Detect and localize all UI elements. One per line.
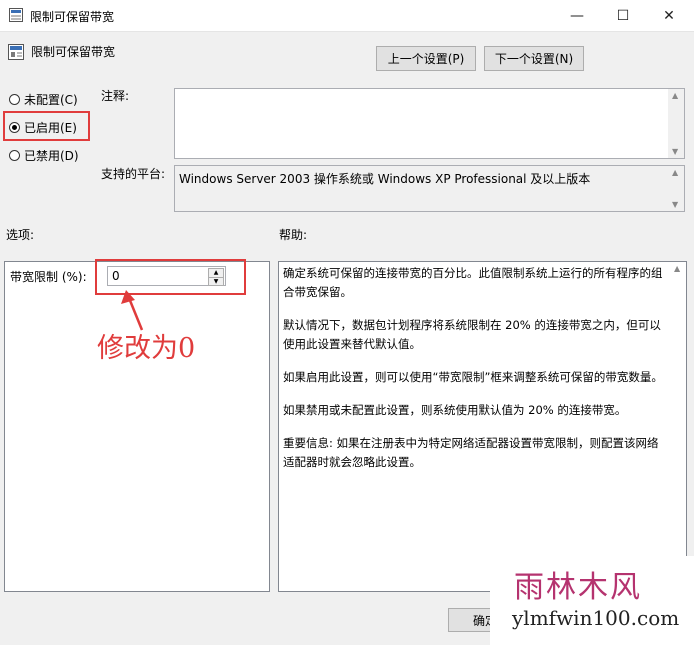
- window-title: 限制可保留带宽: [30, 10, 115, 24]
- help-label: 帮助:: [279, 228, 308, 242]
- help-paragraph: 默认情况下，数据包计划程序将系统限制在 20% 的连接带宽之内，但可以使用此设置…: [283, 318, 661, 351]
- radio-button-circle[interactable]: [9, 149, 20, 161]
- policy-name: 限制可保留带宽: [31, 45, 116, 59]
- comment-scrollbar[interactable]: ▲ ▼: [668, 89, 684, 158]
- policy-icon: [9, 8, 23, 22]
- comment-label: 注释:: [101, 89, 130, 103]
- maximize-icon: ☐: [616, 7, 630, 24]
- help-pane: 确定系统可保留的连接带宽的百分比。此值限制系统上运行的所有程序的组合带宽保留。 …: [278, 261, 687, 592]
- radio-label: 未配置(C): [24, 92, 78, 107]
- scroll-down-icon[interactable]: ▼: [672, 200, 678, 209]
- help-scrollbar[interactable]: ▲: [670, 262, 686, 591]
- platform-box: Windows Server 2003 操作系统或 Windows XP Pro…: [174, 165, 685, 212]
- help-paragraph: 如果启用此设置，则可以使用“带宽限制”框来调整系统可保留的带宽数量。: [283, 370, 663, 384]
- title-bar: 限制可保留带宽 — ☐ ✕: [0, 0, 694, 32]
- bandwidth-label: 带宽限制 (%):: [10, 270, 87, 284]
- options-label: 选项:: [6, 228, 35, 242]
- minimize-icon: —: [570, 7, 584, 24]
- annotation-text: 修改为0: [97, 333, 196, 364]
- bandwidth-highlight-frame: [95, 259, 246, 295]
- platform-scrollbar[interactable]: ▲ ▼: [668, 166, 684, 211]
- help-paragraph: 确定系统可保留的连接带宽的百分比。此值限制系统上运行的所有程序的组合带宽保留。: [283, 266, 663, 299]
- maximize-button[interactable]: ☐: [600, 0, 646, 31]
- radio-label: 已禁用(D): [24, 148, 79, 163]
- help-paragraph: 如果禁用或未配置此设置，则系统使用默认值为 20% 的连接带宽。: [283, 403, 627, 417]
- radio-not-configured[interactable]: 未配置(C): [9, 90, 78, 108]
- help-paragraph: 重要信息: 如果在注册表中为特定网络适配器设置带宽限制，则配置该网络适配器时就会…: [283, 436, 659, 469]
- radio-disabled[interactable]: 已禁用(D): [9, 146, 79, 164]
- previous-setting-button[interactable]: 上一个设置(P): [376, 46, 476, 71]
- close-button[interactable]: ✕: [646, 0, 692, 31]
- radio-button-circle[interactable]: [9, 93, 20, 105]
- platform-label: 支持的平台:: [101, 167, 166, 181]
- scroll-up-icon[interactable]: ▲: [672, 168, 678, 177]
- scroll-up-icon[interactable]: ▲: [674, 264, 680, 273]
- enabled-highlight-frame: [3, 111, 90, 141]
- minimize-button[interactable]: —: [554, 0, 600, 31]
- watermark-brand: 雨林木风: [514, 570, 642, 605]
- scroll-down-icon[interactable]: ▼: [672, 147, 678, 156]
- next-setting-button[interactable]: 下一个设置(N): [484, 46, 584, 71]
- comment-textarea[interactable]: ▲ ▼: [174, 88, 685, 159]
- policy-setting-icon: [8, 44, 24, 60]
- platform-value: Windows Server 2003 操作系统或 Windows XP Pro…: [179, 172, 591, 186]
- close-icon: ✕: [663, 7, 675, 24]
- watermark-url: ylmfwin100.com: [512, 606, 680, 630]
- scroll-up-icon[interactable]: ▲: [672, 91, 678, 100]
